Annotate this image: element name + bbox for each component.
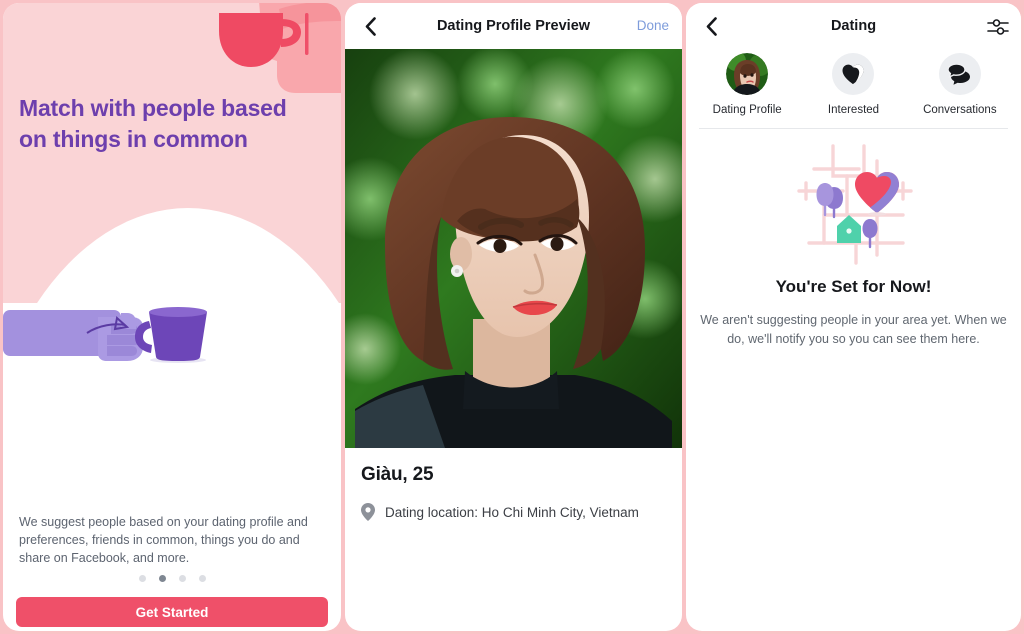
dating-nav-bar: Dating: [686, 3, 1021, 49]
done-button[interactable]: Done: [637, 18, 669, 33]
hero-white-arc: [3, 208, 341, 303]
chevron-left-icon: [365, 16, 376, 36]
dating-profile-avatar: [726, 53, 769, 95]
screenshot-stage: Match with people based on things in com…: [0, 0, 1024, 634]
tab-interested[interactable]: Interested: [800, 53, 906, 116]
get-started-button[interactable]: Get Started: [16, 597, 328, 627]
user-avatar-photo: [726, 53, 769, 95]
divider: [699, 128, 1008, 129]
chat-bubbles-icon: [948, 63, 971, 85]
empty-state-body: We aren't suggesting people in your area…: [700, 313, 1007, 346]
hand-holding-purple-cup-illustration: [3, 307, 207, 363]
dating-home-panel: Dating Dating Profile Interested Convers…: [686, 3, 1021, 631]
tab-conversations[interactable]: Conversations: [907, 53, 1013, 116]
location-pin-icon: [361, 503, 375, 521]
sliders-settings-icon: [987, 19, 1009, 35]
pager-dot-1[interactable]: [138, 575, 146, 582]
tab-dating-profile[interactable]: Dating Profile: [694, 53, 800, 116]
profile-location-text: Dating location: Ho Chi Minh City, Vietn…: [385, 504, 639, 520]
onboarding-panel: Match with people based on things in com…: [3, 3, 341, 631]
page-title: Dating Profile Preview: [436, 18, 591, 34]
conversations-icon-wrap: [938, 53, 981, 95]
tab-label: Conversations: [923, 104, 997, 116]
pager-dot-3[interactable]: [178, 575, 186, 582]
back-button[interactable]: [359, 15, 381, 37]
neighborhood-map-heart-house-trees-illustration: [797, 144, 913, 265]
dating-tab-bar: Dating Profile Interested Conversations: [686, 49, 1021, 116]
interested-icon-wrap: [832, 53, 875, 95]
back-button[interactable]: [700, 15, 722, 37]
preview-nav-bar: Dating Profile Preview Done: [345, 3, 682, 49]
chevron-left-icon: [706, 16, 717, 36]
onboarding-description: We suggest people based on your dating p…: [19, 515, 308, 565]
tab-label: Dating Profile: [712, 104, 782, 116]
profile-location-row: Dating location: Ho Chi Minh City, Vietn…: [361, 503, 666, 521]
profile-info: Giàu, 25 Dating location: Ho Chi Minh Ci…: [345, 448, 682, 521]
profile-photo-image: [345, 49, 682, 448]
onboarding-heading: Match with people based on things in com…: [19, 95, 287, 152]
empty-state-title: You're Set for Now!: [775, 277, 932, 296]
tab-label: Interested: [827, 104, 880, 116]
pager-dot-2[interactable]: [158, 575, 166, 582]
page-title: Dating: [830, 18, 877, 34]
heart-icon: [842, 64, 864, 84]
profile-photo[interactable]: [345, 49, 682, 448]
hand-holding-red-cup-illustration: [219, 3, 341, 93]
onboarding-pager[interactable]: [3, 575, 341, 582]
pager-dot-4[interactable]: [198, 575, 206, 582]
settings-button[interactable]: [987, 16, 1009, 38]
profile-name-age: Giàu, 25: [361, 464, 434, 485]
onboarding-hero: Match with people based on things in com…: [3, 3, 341, 303]
dating-profile-preview-panel: Dating Profile Preview Done Giàu, 25 Dat…: [345, 3, 682, 631]
